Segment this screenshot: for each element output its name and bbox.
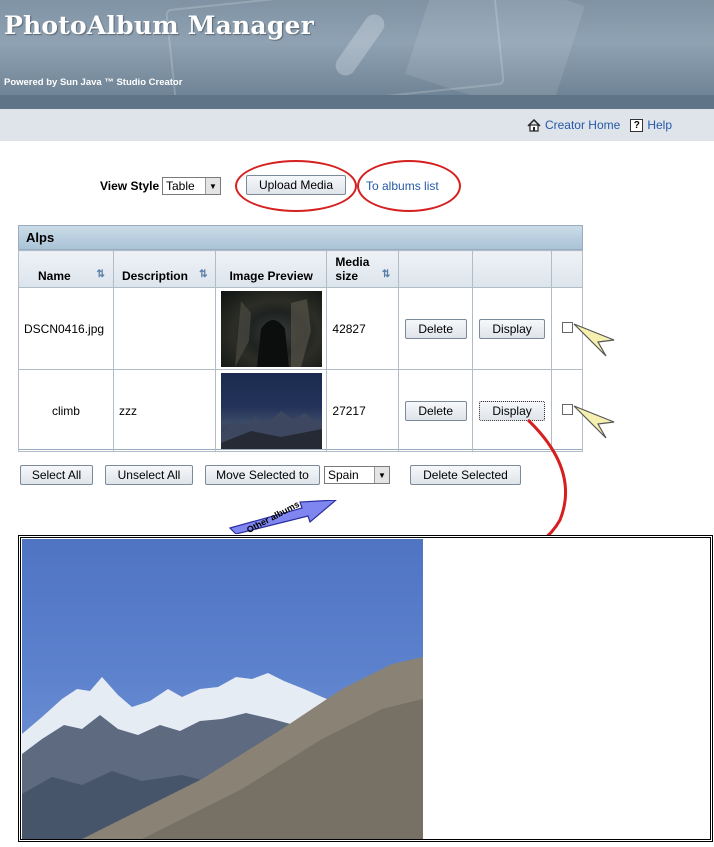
banner-strip (0, 95, 714, 109)
chevron-down-icon[interactable]: ▼ (205, 178, 220, 194)
move-selected-button[interactable]: Move Selected to (205, 465, 320, 485)
view-style-value: Table (166, 179, 195, 193)
displayed-photo (22, 539, 423, 839)
app-title: PhotoAlbum Manager (4, 11, 314, 40)
annotation-ellipse-upload (235, 160, 357, 212)
target-album-select[interactable]: Spain ▼ (324, 466, 390, 484)
target-album-value: Spain (328, 468, 359, 482)
column-header-image-preview: Image Preview (215, 250, 328, 288)
thumbnail-image[interactable] (220, 290, 322, 367)
album-title: Alps (19, 226, 582, 250)
column-header-display (472, 250, 553, 288)
sort-icon[interactable]: ⇅ (97, 269, 105, 280)
display-button[interactable]: Display (479, 318, 546, 339)
mountain-photo-graphic (22, 657, 423, 839)
cell-media-size: 27217 (326, 369, 400, 452)
cell-description (112, 287, 217, 370)
sort-icon[interactable]: ⇅ (199, 269, 207, 280)
cell-name: climb (18, 369, 114, 452)
chevron-down-icon[interactable]: ▼ (374, 467, 389, 483)
column-header-name[interactable]: Name ⇅ (18, 250, 114, 288)
cell-image-preview (215, 369, 328, 452)
thumbnail-image[interactable] (220, 372, 322, 449)
masthead-links-bar: Creator Home ? Help (0, 109, 714, 141)
unselect-all-button[interactable]: Unselect All (105, 465, 193, 485)
column-header-description[interactable]: Description ⇅ (112, 250, 217, 288)
table-row: DSCN0416.jpg 42827 Delete Display (18, 287, 583, 370)
cell-media-size: 42827 (326, 287, 400, 370)
thumbnail-graphic (220, 410, 322, 449)
cell-image-preview (215, 287, 328, 370)
cell-description: zzz (112, 369, 217, 452)
photo-display-frame (18, 535, 713, 842)
table-header-row: Name ⇅ Description ⇅ Image Preview Media… (18, 250, 583, 288)
banner-decoration (405, 0, 585, 95)
annotation-ellipse-albums (357, 160, 461, 212)
help-icon: ? (630, 118, 644, 132)
select-all-button[interactable]: Select All (20, 465, 93, 485)
view-style-label: View Style (100, 179, 160, 193)
thumbnail-graphic (234, 298, 311, 367)
home-icon (527, 118, 541, 132)
help-link[interactable]: Help (647, 118, 672, 132)
view-style-select[interactable]: Table ▼ (162, 177, 221, 195)
app-banner: PhotoAlbum Manager Powered by Sun Java ™… (0, 0, 714, 95)
delete-button[interactable]: Delete (404, 318, 467, 339)
column-header-delete (398, 250, 474, 288)
column-header-select (551, 250, 583, 288)
cell-name: DSCN0416.jpg (18, 287, 114, 370)
creator-home-link[interactable]: Creator Home (545, 118, 620, 132)
annotation-pointer-icon (573, 323, 615, 357)
powered-by-text: Powered by Sun Java ™ Studio Creator (4, 77, 183, 88)
column-header-media-size[interactable]: Media size ⇅ (326, 250, 400, 288)
sort-icon[interactable]: ⇅ (382, 269, 390, 280)
